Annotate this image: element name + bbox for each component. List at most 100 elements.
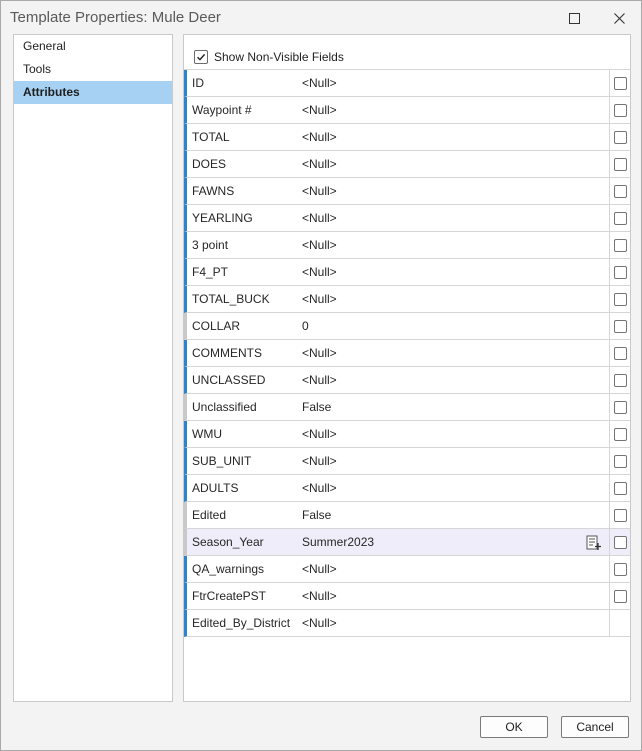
attribute-field-value[interactable]: 0 [302, 313, 309, 339]
attribute-visibility-checkbox[interactable] [614, 76, 627, 90]
template-properties-dialog: Template Properties: Mule Deer General T… [0, 0, 642, 751]
attribute-row[interactable]: F4_PT <Null> [184, 259, 630, 286]
attribute-visibility-cell [609, 70, 631, 96]
properties-nav: General Tools Attributes [13, 34, 173, 702]
attribute-visibility-checkbox[interactable] [614, 373, 627, 387]
attribute-row[interactable]: COMMENTS <Null> [184, 340, 630, 367]
attribute-field-name: FtrCreatePST [192, 589, 267, 603]
attribute-row[interactable]: Unclassified False [184, 394, 630, 421]
attributes-panel: Show Non-Visible Fields ID <Null> Waypoint… [183, 34, 631, 702]
attribute-row[interactable]: DOES <Null> [184, 151, 630, 178]
attribute-visibility-cell [609, 259, 631, 285]
attribute-field-value[interactable]: <Null> [302, 232, 337, 258]
attribute-visibility-cell [609, 124, 631, 150]
attribute-visibility-checkbox[interactable] [614, 130, 627, 144]
show-non-visible-toggle[interactable]: Show Non-Visible Fields [194, 49, 344, 65]
attribute-field-name: DOES [192, 157, 227, 171]
attribute-field-value[interactable]: <Null> [302, 610, 337, 636]
attribute-row[interactable]: YEARLING <Null> [184, 205, 630, 232]
attribute-row[interactable]: 3 point <Null> [184, 232, 630, 259]
attribute-field-value[interactable]: <Null> [302, 124, 337, 150]
attribute-field-name: SUB_UNIT [192, 454, 252, 468]
attribute-field-value[interactable]: <Null> [302, 583, 337, 609]
ok-button[interactable]: OK [480, 716, 548, 738]
attribute-field-name: Edited [192, 508, 227, 522]
attribute-visibility-checkbox[interactable] [614, 508, 627, 522]
attribute-visibility-checkbox[interactable] [614, 481, 627, 495]
attribute-row[interactable]: Waypoint # <Null> [184, 97, 630, 124]
attribute-field-name: COLLAR [192, 319, 241, 333]
attribute-visibility-checkbox[interactable] [614, 238, 627, 252]
nav-item-tools[interactable]: Tools [14, 58, 172, 81]
attribute-field-value[interactable]: <Null> [302, 259, 337, 285]
attribute-visibility-cell [609, 394, 631, 420]
attribute-visibility-checkbox[interactable] [614, 184, 627, 198]
attribute-visibility-checkbox[interactable] [614, 562, 627, 576]
attribute-visibility-checkbox[interactable] [614, 589, 627, 603]
attribute-field-value[interactable]: <Null> [302, 556, 337, 582]
attribute-row[interactable]: COLLAR 0 [184, 313, 630, 340]
attribute-row[interactable]: TOTAL_BUCK <Null> [184, 286, 630, 313]
show-non-visible-checkbox[interactable] [194, 50, 208, 64]
attribute-visibility-checkbox[interactable] [614, 103, 627, 117]
attribute-row[interactable]: FtrCreatePST <Null> [184, 583, 630, 610]
attribute-field-value[interactable]: <Null> [302, 367, 337, 393]
attribute-row[interactable]: SUB_UNIT <Null> [184, 448, 630, 475]
attribute-row[interactable]: WMU <Null> [184, 421, 630, 448]
nav-item-attributes[interactable]: Attributes [14, 81, 172, 104]
attribute-field-name: COMMENTS [192, 346, 262, 360]
attribute-visibility-cell [609, 583, 631, 609]
attribute-field-name: QA_warnings [192, 562, 265, 576]
attribute-field-value[interactable]: <Null> [302, 421, 337, 447]
attribute-row[interactable]: Season_Year Summer2023 [184, 529, 630, 556]
attribute-field-value[interactable]: <Null> [302, 448, 337, 474]
maximize-button[interactable] [556, 4, 592, 32]
attribute-visibility-checkbox[interactable] [614, 265, 627, 279]
attribute-field-value[interactable]: <Null> [302, 70, 337, 96]
attribute-field-value[interactable]: False [302, 394, 331, 420]
attribute-row[interactable]: ADULTS <Null> [184, 475, 630, 502]
attribute-visibility-checkbox[interactable] [614, 346, 627, 360]
attribute-visibility-cell [609, 178, 631, 204]
attribute-visibility-checkbox[interactable] [614, 427, 627, 441]
attribute-field-value[interactable]: Summer2023 [302, 529, 374, 555]
attribute-field-name: Edited_By_District [192, 616, 291, 630]
edit-attribute-icon[interactable] [585, 534, 603, 552]
attribute-visibility-checkbox[interactable] [614, 400, 627, 414]
attribute-visibility-cell [609, 475, 631, 501]
cancel-button[interactable]: Cancel [561, 716, 629, 738]
attribute-field-name: TOTAL [192, 130, 230, 144]
attribute-field-name: YEARLING [192, 211, 253, 225]
attribute-visibility-checkbox[interactable] [614, 211, 627, 225]
title-bar: Template Properties: Mule Deer [1, 1, 641, 35]
window-title: Template Properties: Mule Deer [10, 9, 221, 26]
attribute-row[interactable]: Edited_By_District <Null> [184, 610, 630, 637]
attribute-visibility-checkbox[interactable] [614, 535, 627, 549]
attribute-visibility-checkbox[interactable] [614, 157, 627, 171]
attribute-field-value[interactable]: <Null> [302, 286, 337, 312]
attribute-visibility-cell [609, 232, 631, 258]
attribute-row[interactable]: FAWNS <Null> [184, 178, 630, 205]
attribute-field-name: ID [192, 76, 204, 90]
attribute-visibility-cell [609, 205, 631, 231]
attribute-visibility-cell [609, 340, 631, 366]
attribute-field-value[interactable]: <Null> [302, 178, 337, 204]
attribute-visibility-checkbox[interactable] [614, 454, 627, 468]
attribute-row[interactable]: TOTAL <Null> [184, 124, 630, 151]
attribute-row[interactable]: Edited False [184, 502, 630, 529]
attribute-field-value[interactable]: False [302, 502, 331, 528]
attribute-row[interactable]: QA_warnings <Null> [184, 556, 630, 583]
attribute-visibility-cell [609, 313, 631, 339]
close-button[interactable] [601, 4, 637, 32]
attribute-field-value[interactable]: <Null> [302, 151, 337, 177]
attribute-field-value[interactable]: <Null> [302, 205, 337, 231]
attribute-visibility-cell [609, 421, 631, 447]
nav-item-general[interactable]: General [14, 35, 172, 58]
attribute-visibility-checkbox[interactable] [614, 319, 627, 333]
attribute-field-value[interactable]: <Null> [302, 340, 337, 366]
attribute-row[interactable]: ID <Null> [184, 70, 630, 97]
attribute-visibility-checkbox[interactable] [614, 292, 627, 306]
attribute-field-value[interactable]: <Null> [302, 475, 337, 501]
attribute-field-value[interactable]: <Null> [302, 97, 337, 123]
attribute-row[interactable]: UNCLASSED <Null> [184, 367, 630, 394]
